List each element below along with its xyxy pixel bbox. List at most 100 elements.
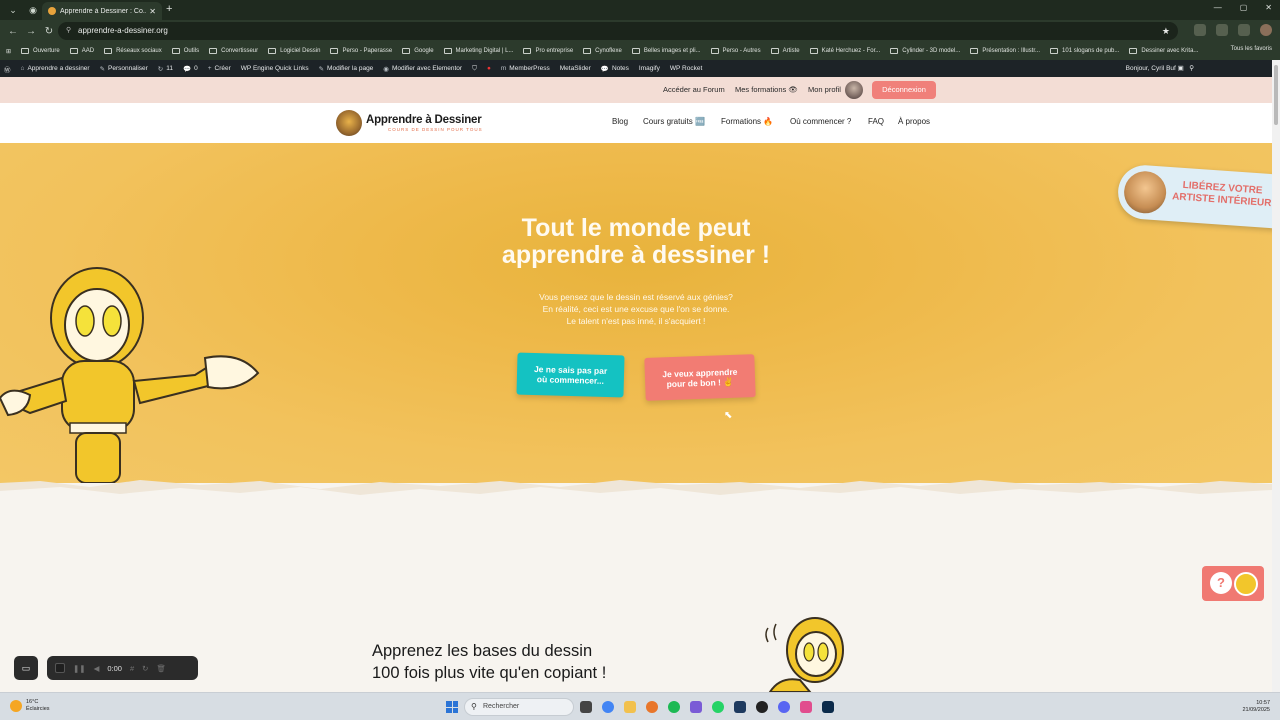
wp-updates-link[interactable]: ↻ 11 xyxy=(158,65,173,73)
profile-avatar-icon[interactable] xyxy=(1260,24,1272,36)
nav-trainings[interactable]: Formations 🔥 xyxy=(721,117,773,126)
app-icon-purple[interactable] xyxy=(690,701,702,713)
bookmark-item[interactable]: Perso - Paperasse xyxy=(330,48,392,54)
nav-about[interactable]: À propos xyxy=(898,117,930,126)
bookmark-item[interactable]: 101 slogans de pub... xyxy=(1050,48,1119,54)
bookmark-item[interactable]: Logiciel Dessin xyxy=(268,48,320,54)
bookmark-item[interactable]: Outils xyxy=(171,48,199,54)
reload-icon[interactable]: ↻ xyxy=(44,26,54,37)
logout-button[interactable]: Déconnexion xyxy=(872,81,936,99)
bookmark-item[interactable]: Marketing Digital | L... xyxy=(443,48,513,54)
wp-rocket-link[interactable]: WP Rocket xyxy=(670,65,702,72)
bookmark-item[interactable]: Ouverture xyxy=(21,48,60,54)
wordpress-logo-icon[interactable]: Ⓦ xyxy=(4,64,11,74)
wp-new-link[interactable]: + Créer xyxy=(208,65,231,72)
scrollbar-thumb[interactable] xyxy=(1274,65,1278,125)
apps-grid-icon[interactable]: ⊞ xyxy=(6,48,11,55)
bookmark-item[interactable]: Cynoflexe xyxy=(583,48,622,54)
bookmark-item[interactable]: Convertisseur xyxy=(209,48,258,54)
page-scrollbar[interactable] xyxy=(1272,60,1280,692)
wp-imagify-link[interactable]: Imagify xyxy=(639,65,660,72)
avatar[interactable] xyxy=(845,81,863,99)
wp-quick-links[interactable]: WP Engine Quick Links xyxy=(241,65,309,72)
address-bar[interactable]: ⚲ apprendre-a-dessiner.org ★ xyxy=(58,22,1178,40)
grid-icon[interactable]: # xyxy=(130,664,134,673)
nav-blog[interactable]: Blog xyxy=(612,117,628,126)
weather-widget[interactable]: 16°C Éclaircies xyxy=(10,699,50,713)
bookmark-item[interactable]: Belles images et pli... xyxy=(631,48,701,54)
system-clock[interactable]: 10:57 21/09/2025 xyxy=(1242,700,1270,714)
all-favorites[interactable]: Tous les favoris xyxy=(1231,46,1272,52)
bookmark-star-icon[interactable]: ★ xyxy=(1162,22,1170,40)
browser-tab[interactable]: Apprendre à Dessiner : Co... ✕ xyxy=(42,2,162,20)
bookmark-item[interactable]: Pro entreprise xyxy=(523,48,573,54)
mute-icon[interactable]: ◀ xyxy=(94,664,100,673)
back-icon[interactable]: ← xyxy=(8,26,18,37)
photoshop-icon[interactable] xyxy=(822,701,834,713)
tab-menu-icon[interactable]: ⌄ xyxy=(6,3,20,17)
hero-text-line2: En réalité, ceci est une excuse que l'on… xyxy=(542,304,730,314)
close-tab-icon[interactable]: ✕ xyxy=(149,7,156,16)
wp-shield-icon[interactable]: ⛉ xyxy=(472,65,477,73)
bookmark-item[interactable]: Perso - Autres xyxy=(710,48,761,54)
minimize-icon[interactable]: — xyxy=(1214,3,1222,12)
forward-icon[interactable]: → xyxy=(26,26,36,37)
my-courses-link[interactable]: Mes formations 👁 xyxy=(735,77,798,103)
wp-site-link[interactable]: ⌂ Apprendre a dessiner xyxy=(21,65,90,72)
bookmark-item[interactable]: Artiste xyxy=(770,48,800,54)
restart-icon[interactable]: ↻ xyxy=(142,664,148,673)
wp-customize-link[interactable]: ✎ Personnaliser xyxy=(100,65,148,73)
extension-icon[interactable]: ◉ xyxy=(26,3,40,17)
where-to-start-button[interactable]: Je ne sais pas par où commencer... xyxy=(516,352,625,398)
wp-elementor-link[interactable]: ◉ Modifier avec Elementor xyxy=(383,65,462,73)
wp-notes-link[interactable]: 💬 Notes xyxy=(601,65,629,73)
my-profile-link[interactable]: Mon profil xyxy=(808,77,841,103)
whatsapp-icon[interactable] xyxy=(712,701,724,713)
start-icon[interactable] xyxy=(446,701,458,713)
bookmark-item[interactable]: Katé Herchuez - For... xyxy=(809,48,880,54)
bookmark-item[interactable]: Présentation : Illustr... xyxy=(970,48,1040,54)
nav-where-to-start[interactable]: Où commencer ? xyxy=(790,117,851,126)
bookmark-item[interactable]: Cylinder - 3D model... xyxy=(890,48,960,54)
extension-2-icon[interactable] xyxy=(1216,24,1228,36)
inner-artist-badge[interactable]: LIBÉREZ VOTRE ARTISTE INTÉRIEUR xyxy=(1116,163,1272,229)
forum-link[interactable]: Accéder au Forum xyxy=(663,77,725,103)
wp-comments-link[interactable]: 💬 0 xyxy=(183,65,198,73)
app-icon-orange[interactable] xyxy=(646,701,658,713)
camera-icon[interactable]: ▭ xyxy=(14,656,38,680)
app-icon-dark[interactable] xyxy=(756,701,768,713)
help-widget[interactable]: ? xyxy=(1202,566,1264,601)
wp-metaslider-link[interactable]: MetaSlider xyxy=(560,65,591,72)
trash-icon[interactable]: 🗑 xyxy=(156,664,166,673)
logo-title[interactable]: Apprendre à Dessiner xyxy=(366,114,482,126)
wp-status-dot-icon[interactable]: ● xyxy=(487,65,491,72)
app-icon-pink[interactable] xyxy=(800,701,812,713)
site-logo[interactable] xyxy=(336,110,362,136)
site-info-icon[interactable]: ⚲ xyxy=(66,22,71,40)
close-window-icon[interactable]: ✕ xyxy=(1265,3,1272,12)
nav-free-courses[interactable]: Cours gratuits 🆓 xyxy=(643,117,705,126)
bookmark-item[interactable]: Google xyxy=(402,48,434,54)
bookmark-item[interactable]: Dessiner avec Krita... xyxy=(1129,48,1198,54)
spotify-icon[interactable] xyxy=(668,701,680,713)
wp-memberpress-link[interactable]: m MemberPress xyxy=(501,65,550,72)
discord-icon[interactable] xyxy=(778,701,790,713)
extensions-puzzle-icon[interactable] xyxy=(1238,24,1250,36)
bookmark-item[interactable]: AAD xyxy=(69,48,94,54)
wp-greeting[interactable]: Bonjour, Cyril Buf ▣ ⚲ xyxy=(1126,64,1194,72)
task-view-icon[interactable] xyxy=(580,701,592,713)
new-tab-icon[interactable]: + xyxy=(166,3,172,15)
learn-for-real-button[interactable]: Je veux apprendre pour de bon ! ✌ xyxy=(644,354,756,401)
app-icon-navy[interactable] xyxy=(734,701,746,713)
taskbar-search[interactable]: ⚲ Rechercher xyxy=(464,698,574,716)
file-explorer-icon[interactable] xyxy=(624,701,636,713)
section-title: Apprenez les bases du dessin 100 fois pl… xyxy=(372,640,606,684)
stop-record-icon[interactable] xyxy=(55,663,65,673)
extension-1-icon[interactable] xyxy=(1194,24,1206,36)
wp-edit-page-link[interactable]: ✎ Modifier la page xyxy=(319,65,374,73)
maximize-icon[interactable]: ▢ xyxy=(1240,3,1248,12)
pause-icon[interactable]: ❚❚ xyxy=(73,664,86,673)
chrome-icon[interactable] xyxy=(602,701,614,713)
nav-faq[interactable]: FAQ xyxy=(868,117,884,126)
bookmark-item[interactable]: Réseaux sociaux xyxy=(104,48,162,54)
